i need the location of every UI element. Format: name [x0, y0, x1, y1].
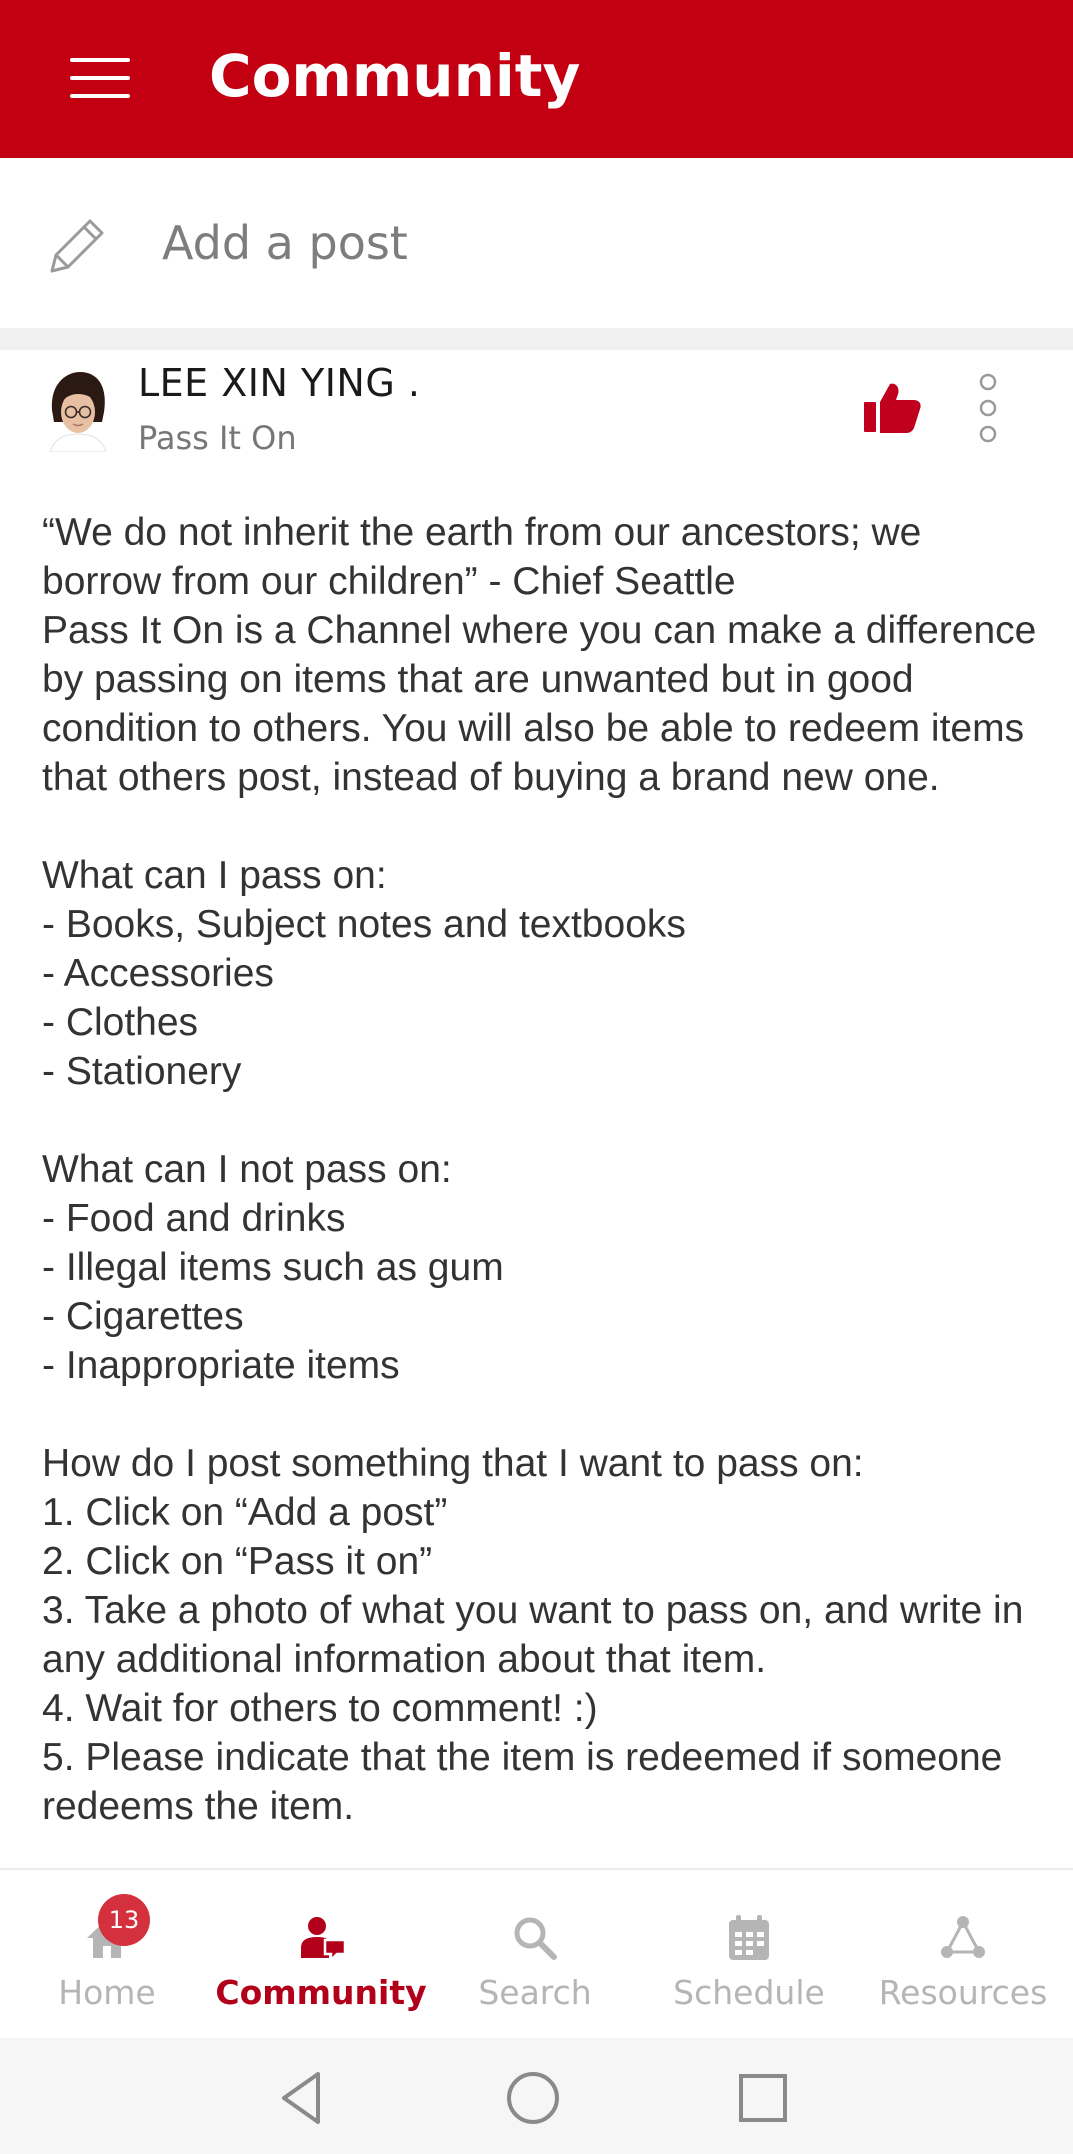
top-app-bar: Community: [0, 0, 1073, 158]
back-icon[interactable]: [272, 2068, 332, 2128]
resources-network-icon: [941, 1916, 985, 1958]
pencil-icon: [50, 219, 104, 273]
home-circle-icon[interactable]: [503, 2068, 563, 2128]
add-post-button[interactable]: Add a post: [0, 158, 1073, 328]
community-icon: [301, 1917, 347, 1964]
nav-item-search[interactable]: Search: [428, 1870, 642, 2040]
more-vertical-icon[interactable]: [970, 372, 1006, 444]
thumbs-up-icon[interactable]: [862, 378, 922, 438]
hamburger-menu-icon[interactable]: [70, 58, 130, 98]
author-name[interactable]: LEE XIN YING .: [138, 358, 420, 408]
nav-label-community: Community: [215, 1973, 427, 2012]
nav-item-home[interactable]: 13 Home: [0, 1870, 214, 2040]
nav-label-schedule: Schedule: [673, 1973, 825, 2012]
search-icon: [514, 1917, 557, 1960]
add-post-label: Add a post: [162, 216, 408, 270]
nav-item-community[interactable]: Community: [214, 1870, 428, 2040]
bottom-navigation: 13 Home Community Search Schedule Resour…: [0, 1868, 1073, 2040]
system-navigation-bar: [0, 2038, 1073, 2154]
page-title: Community: [209, 42, 581, 110]
nav-item-resources[interactable]: Resources: [856, 1870, 1070, 2040]
nav-item-schedule[interactable]: Schedule: [642, 1870, 856, 2040]
avatar[interactable]: [46, 368, 110, 452]
recents-square-icon[interactable]: [733, 2068, 793, 2128]
nav-label-home: Home: [58, 1973, 156, 2012]
nav-label-resources: Resources: [878, 1973, 1048, 2012]
calendar-icon: [729, 1915, 769, 1960]
notification-badge: 13: [98, 1894, 150, 1946]
channel-name[interactable]: Pass It On: [138, 416, 297, 460]
section-divider: [0, 328, 1073, 350]
post-header: LEE XIN YING . Pass It On: [0, 350, 1073, 480]
nav-label-search: Search: [478, 1973, 592, 2012]
post-body-text: “We do not inherit the earth from our an…: [42, 511, 1037, 1828]
